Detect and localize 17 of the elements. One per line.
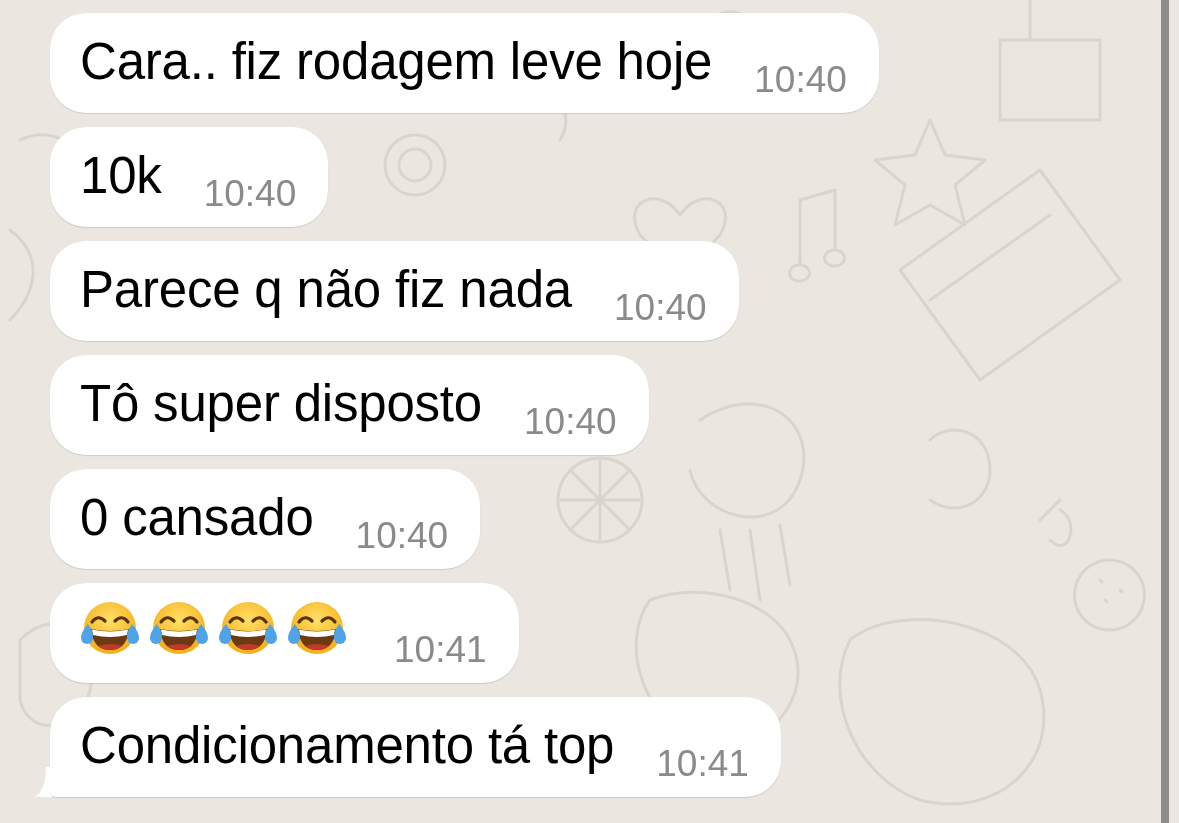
message-time: 10:40 [754,61,847,98]
laughing-tears-emoji-icon [80,600,140,657]
laughing-tears-emoji-icon [287,600,347,657]
laughing-tears-emoji-icon [218,600,278,657]
message-time: 10:41 [656,745,749,782]
message-text: 0 cansado [80,488,314,548]
laughing-tears-emoji-icon [149,600,209,657]
message-text: Tô super disposto [80,374,482,434]
message-text: 10k [80,146,162,206]
message-text: Condicionamento tá top [80,716,615,776]
message-time: 10:40 [355,517,449,554]
message-time: 10:40 [203,175,297,212]
message-text: Cara.. fiz rodagem leve hoje [80,32,713,92]
message-time: 10:40 [524,403,617,440]
message-time: 10:40 [614,289,707,326]
message-time: 10:41 [394,631,487,668]
message-text: Parece q não fiz nada [80,260,572,320]
